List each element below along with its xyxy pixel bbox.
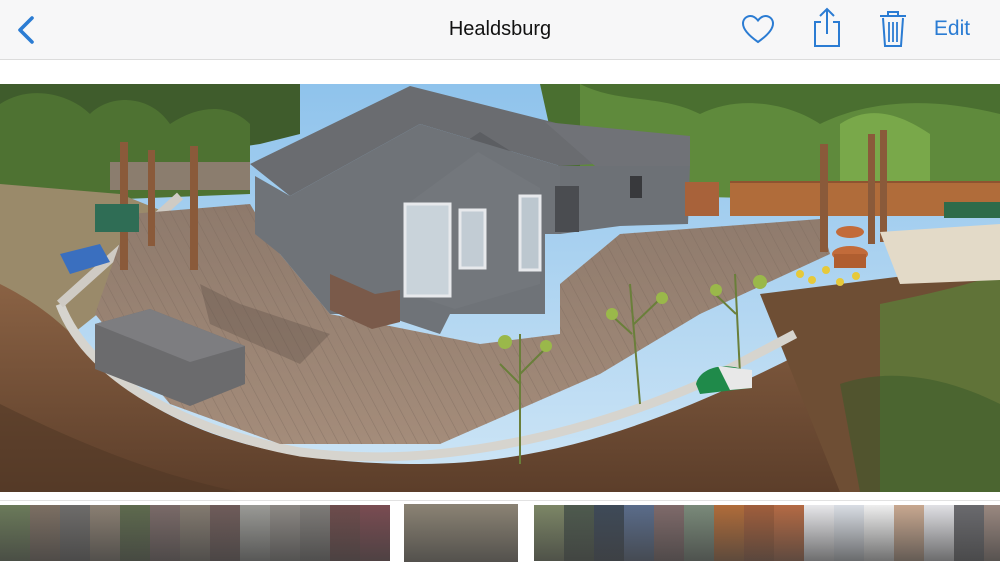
panorama-photo[interactable] xyxy=(0,84,1000,492)
thumbnail[interactable] xyxy=(684,505,714,561)
thumbnail[interactable] xyxy=(120,505,150,561)
photo-viewer[interactable] xyxy=(0,60,1000,500)
share-icon xyxy=(814,7,840,47)
thumbnail[interactable] xyxy=(594,505,624,561)
thumbnail[interactable] xyxy=(804,505,834,561)
thumbnail[interactable] xyxy=(624,505,654,561)
thumbnail[interactable] xyxy=(984,505,1000,561)
thumbnail[interactable] xyxy=(90,505,120,561)
thumbnail[interactable] xyxy=(150,505,180,561)
navigation-bar: Healdsburg Edit xyxy=(0,0,1000,60)
thumbnail[interactable] xyxy=(894,505,924,561)
trash-icon xyxy=(880,11,906,47)
thumbnail[interactable] xyxy=(774,505,804,561)
thumbnail[interactable] xyxy=(360,505,390,561)
thumbnail[interactable] xyxy=(0,505,30,561)
thumbnail[interactable] xyxy=(654,505,684,561)
thumbnail-strip[interactable] xyxy=(0,500,1000,562)
thumbnail[interactable] xyxy=(564,505,594,561)
album-title: Healdsburg xyxy=(448,18,552,40)
thumbnail[interactable] xyxy=(180,505,210,561)
thumbnail[interactable] xyxy=(210,505,240,561)
delete-button[interactable] xyxy=(874,8,912,50)
thumbnail[interactable] xyxy=(240,505,270,561)
thumbnail[interactable] xyxy=(330,505,360,561)
edit-button[interactable]: Edit xyxy=(922,16,982,42)
thumbnail[interactable] xyxy=(30,505,60,561)
thumbnail[interactable] xyxy=(864,505,894,561)
thumbnail[interactable] xyxy=(270,505,300,561)
thumbnail[interactable] xyxy=(534,505,564,561)
thumbnail[interactable] xyxy=(834,505,864,561)
share-button[interactable] xyxy=(808,6,846,50)
thumbnail-selected[interactable] xyxy=(404,504,518,562)
back-button[interactable] xyxy=(10,12,44,48)
thumbnail[interactable] xyxy=(300,505,330,561)
thumbnail[interactable] xyxy=(924,505,954,561)
favorite-button[interactable] xyxy=(740,12,776,48)
thumbnail[interactable] xyxy=(744,505,774,561)
thumbnail[interactable] xyxy=(954,505,984,561)
thumbnail[interactable] xyxy=(60,505,90,561)
chevron-left-icon xyxy=(18,16,34,44)
heart-icon xyxy=(741,14,775,44)
thumbnail[interactable] xyxy=(714,505,744,561)
